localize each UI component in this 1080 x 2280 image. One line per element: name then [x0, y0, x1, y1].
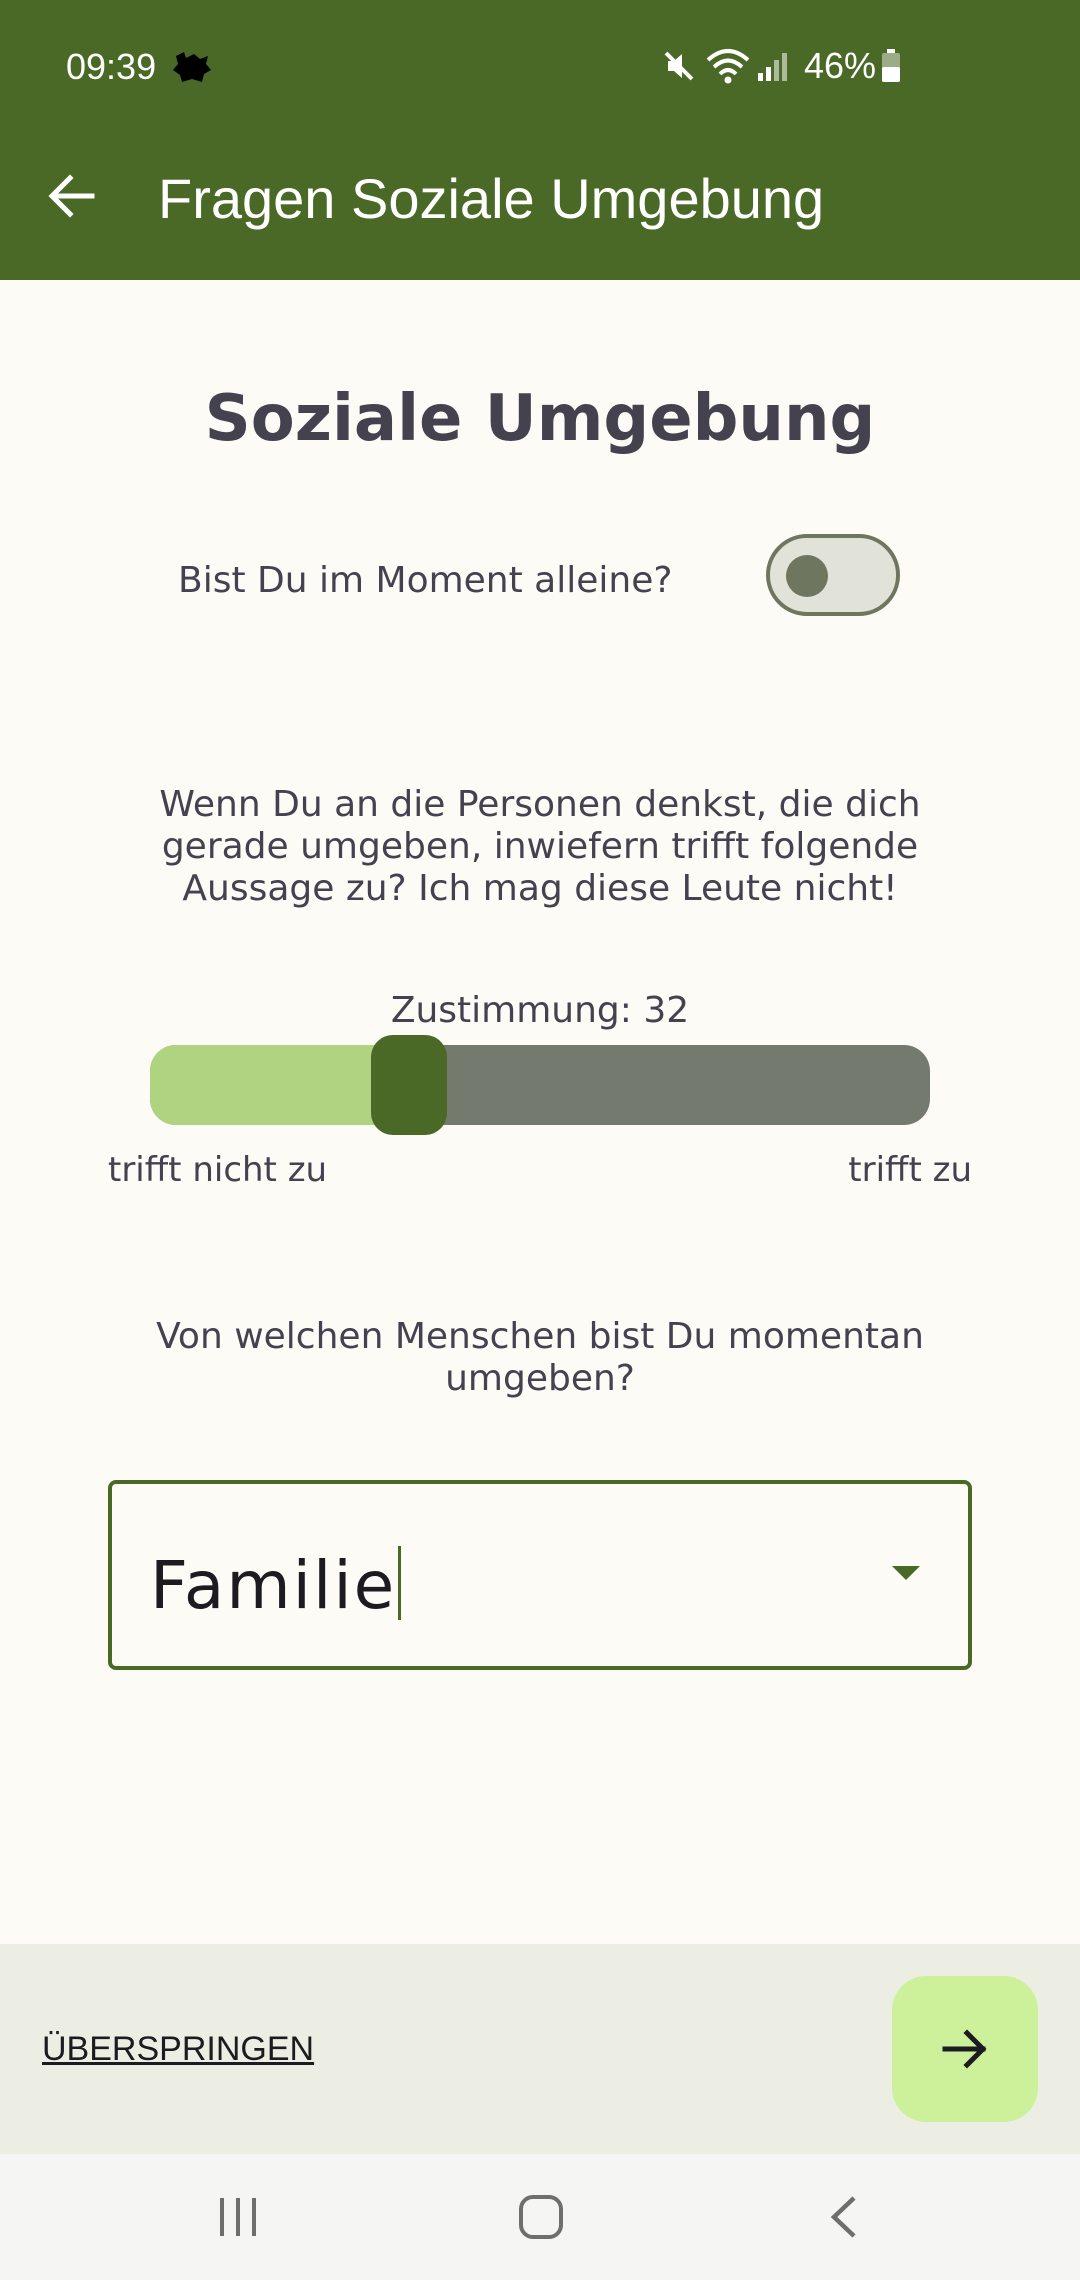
toggle-thumb: [786, 555, 828, 597]
status-time: 09:39: [66, 46, 157, 87]
status-icons: 46%: [662, 44, 902, 88]
slider-thumb[interactable]: [370, 1035, 447, 1135]
slider-value-label: Zustimmung: 32: [390, 990, 690, 1031]
dropdown-value-wrap: Familie: [150, 1546, 402, 1624]
dropdown-selected-value: Familie: [150, 1547, 397, 1624]
alone-toggle[interactable]: [766, 534, 900, 616]
people-dropdown[interactable]: Familie: [108, 1480, 972, 1670]
battery-icon: [882, 49, 900, 82]
next-button[interactable]: [892, 1976, 1038, 2122]
slider-max-label: trifft zu: [848, 1150, 972, 1190]
home-icon[interactable]: [518, 2194, 564, 2240]
recent-apps-icon[interactable]: [216, 2196, 260, 2238]
system-nav-bar: [0, 2154, 1080, 2280]
slider-min-label: trifft nicht zu: [108, 1150, 328, 1190]
status-bar: 09:39 46%: [0, 0, 1080, 134]
back-icon[interactable]: [826, 2194, 862, 2240]
app-notification-icon: [173, 52, 211, 82]
people-question: Von welchen Menschen bist Du momentan um…: [156, 1316, 924, 1399]
alone-question-label: Bist Du im Moment alleine?: [178, 560, 673, 601]
arrow-left-icon: [48, 174, 95, 218]
mute-icon: [664, 51, 694, 81]
dropdown-arrow-icon: [892, 1566, 920, 1580]
wifi-icon: [706, 49, 750, 84]
back-button[interactable]: [40, 164, 104, 228]
battery-percent: 46%: [803, 45, 876, 86]
signal-icon: [757, 53, 787, 81]
text-cursor: [398, 1546, 402, 1620]
slider-track: [150, 1045, 930, 1125]
bottom-action-bar: ÜBERSPRINGEN: [0, 1944, 1080, 2154]
app-bar: Fragen Soziale Umgebung: [0, 134, 1080, 280]
statement-question: Wenn Du an die Personen denkst, die dich…: [159, 784, 921, 909]
skip-button[interactable]: ÜBERSPRINGEN: [42, 2030, 314, 2069]
section-title: Soziale Umgebung: [204, 382, 876, 456]
agreement-slider[interactable]: [150, 1035, 930, 1135]
app-title: Fragen Soziale Umgebung: [158, 167, 825, 230]
arrow-right-icon: [942, 2029, 987, 2069]
